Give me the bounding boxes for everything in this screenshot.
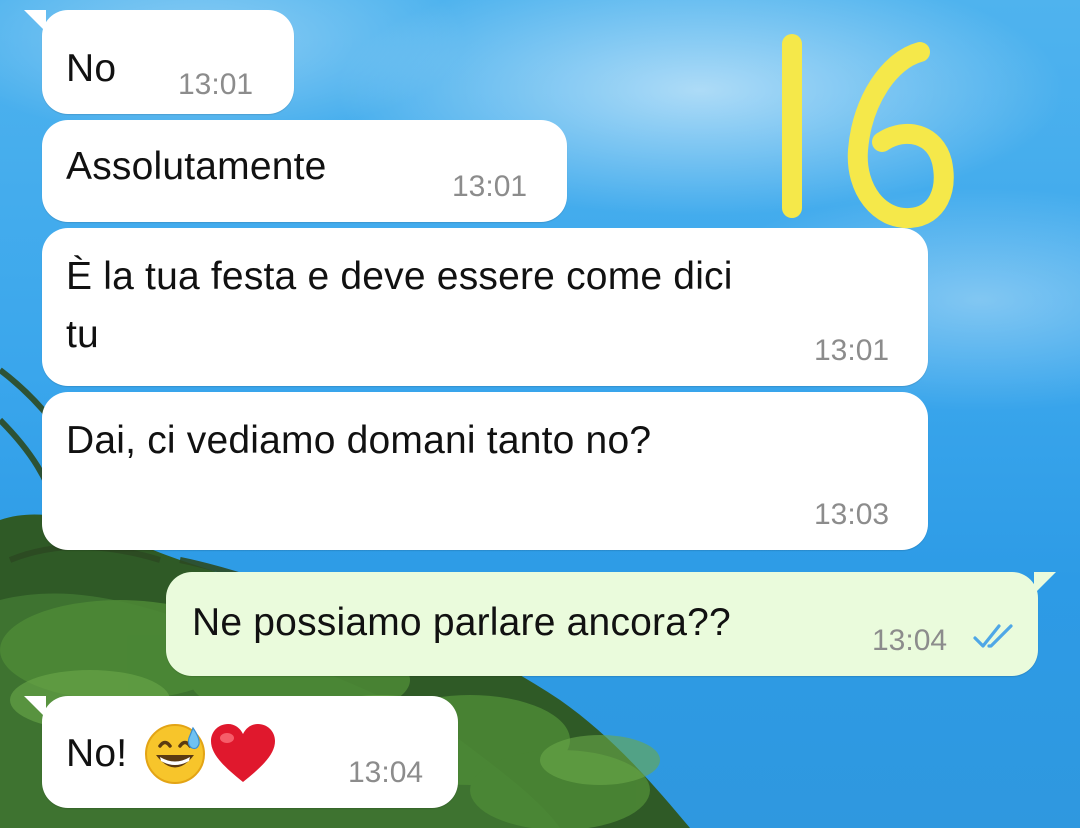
- incoming-message-bubble[interactable]: No! 13:04: [24, 696, 458, 808]
- message-text: No: [66, 47, 117, 90]
- message-text: Dai, ci vediamo domani tanto no?: [66, 419, 652, 462]
- message-text-content: No!: [66, 732, 128, 775]
- bubble-tail: [24, 10, 46, 32]
- double-check-read-icon: [973, 624, 1013, 648]
- bubble-tail: [24, 696, 46, 718]
- incoming-message-bubble[interactable]: No 13:01: [24, 10, 294, 114]
- message-text: No!: [66, 722, 277, 786]
- handwritten-number-overlay: [782, 34, 954, 229]
- incoming-message-bubble[interactable]: È la tua festa e deve essere come dici t…: [42, 228, 928, 386]
- message-timestamp: 13:01: [814, 334, 890, 367]
- message-text: È la tua festa e deve essere come dici t…: [66, 255, 733, 356]
- incoming-message-bubble[interactable]: Dai, ci vediamo domani tanto no? 13:03: [42, 392, 928, 550]
- outgoing-message-bubble[interactable]: Ne possiamo parlare ancora?? 13:04: [166, 572, 1056, 676]
- message-timestamp: 13:01: [452, 170, 528, 203]
- message-timestamp: 13:04: [872, 624, 948, 657]
- message-timestamp: 13:03: [814, 498, 890, 531]
- message-text: Assolutamente: [66, 145, 327, 188]
- bubble-tail: [1034, 572, 1056, 594]
- message-timestamp: 13:01: [178, 68, 254, 101]
- incoming-message-bubble[interactable]: Assolutamente 13:01: [42, 120, 567, 222]
- grinning-face-with-sweat-icon: [145, 724, 206, 784]
- red-heart-icon: [211, 724, 276, 782]
- message-timestamp: 13:04: [348, 756, 424, 789]
- message-text: Ne possiamo parlare ancora??: [192, 601, 731, 644]
